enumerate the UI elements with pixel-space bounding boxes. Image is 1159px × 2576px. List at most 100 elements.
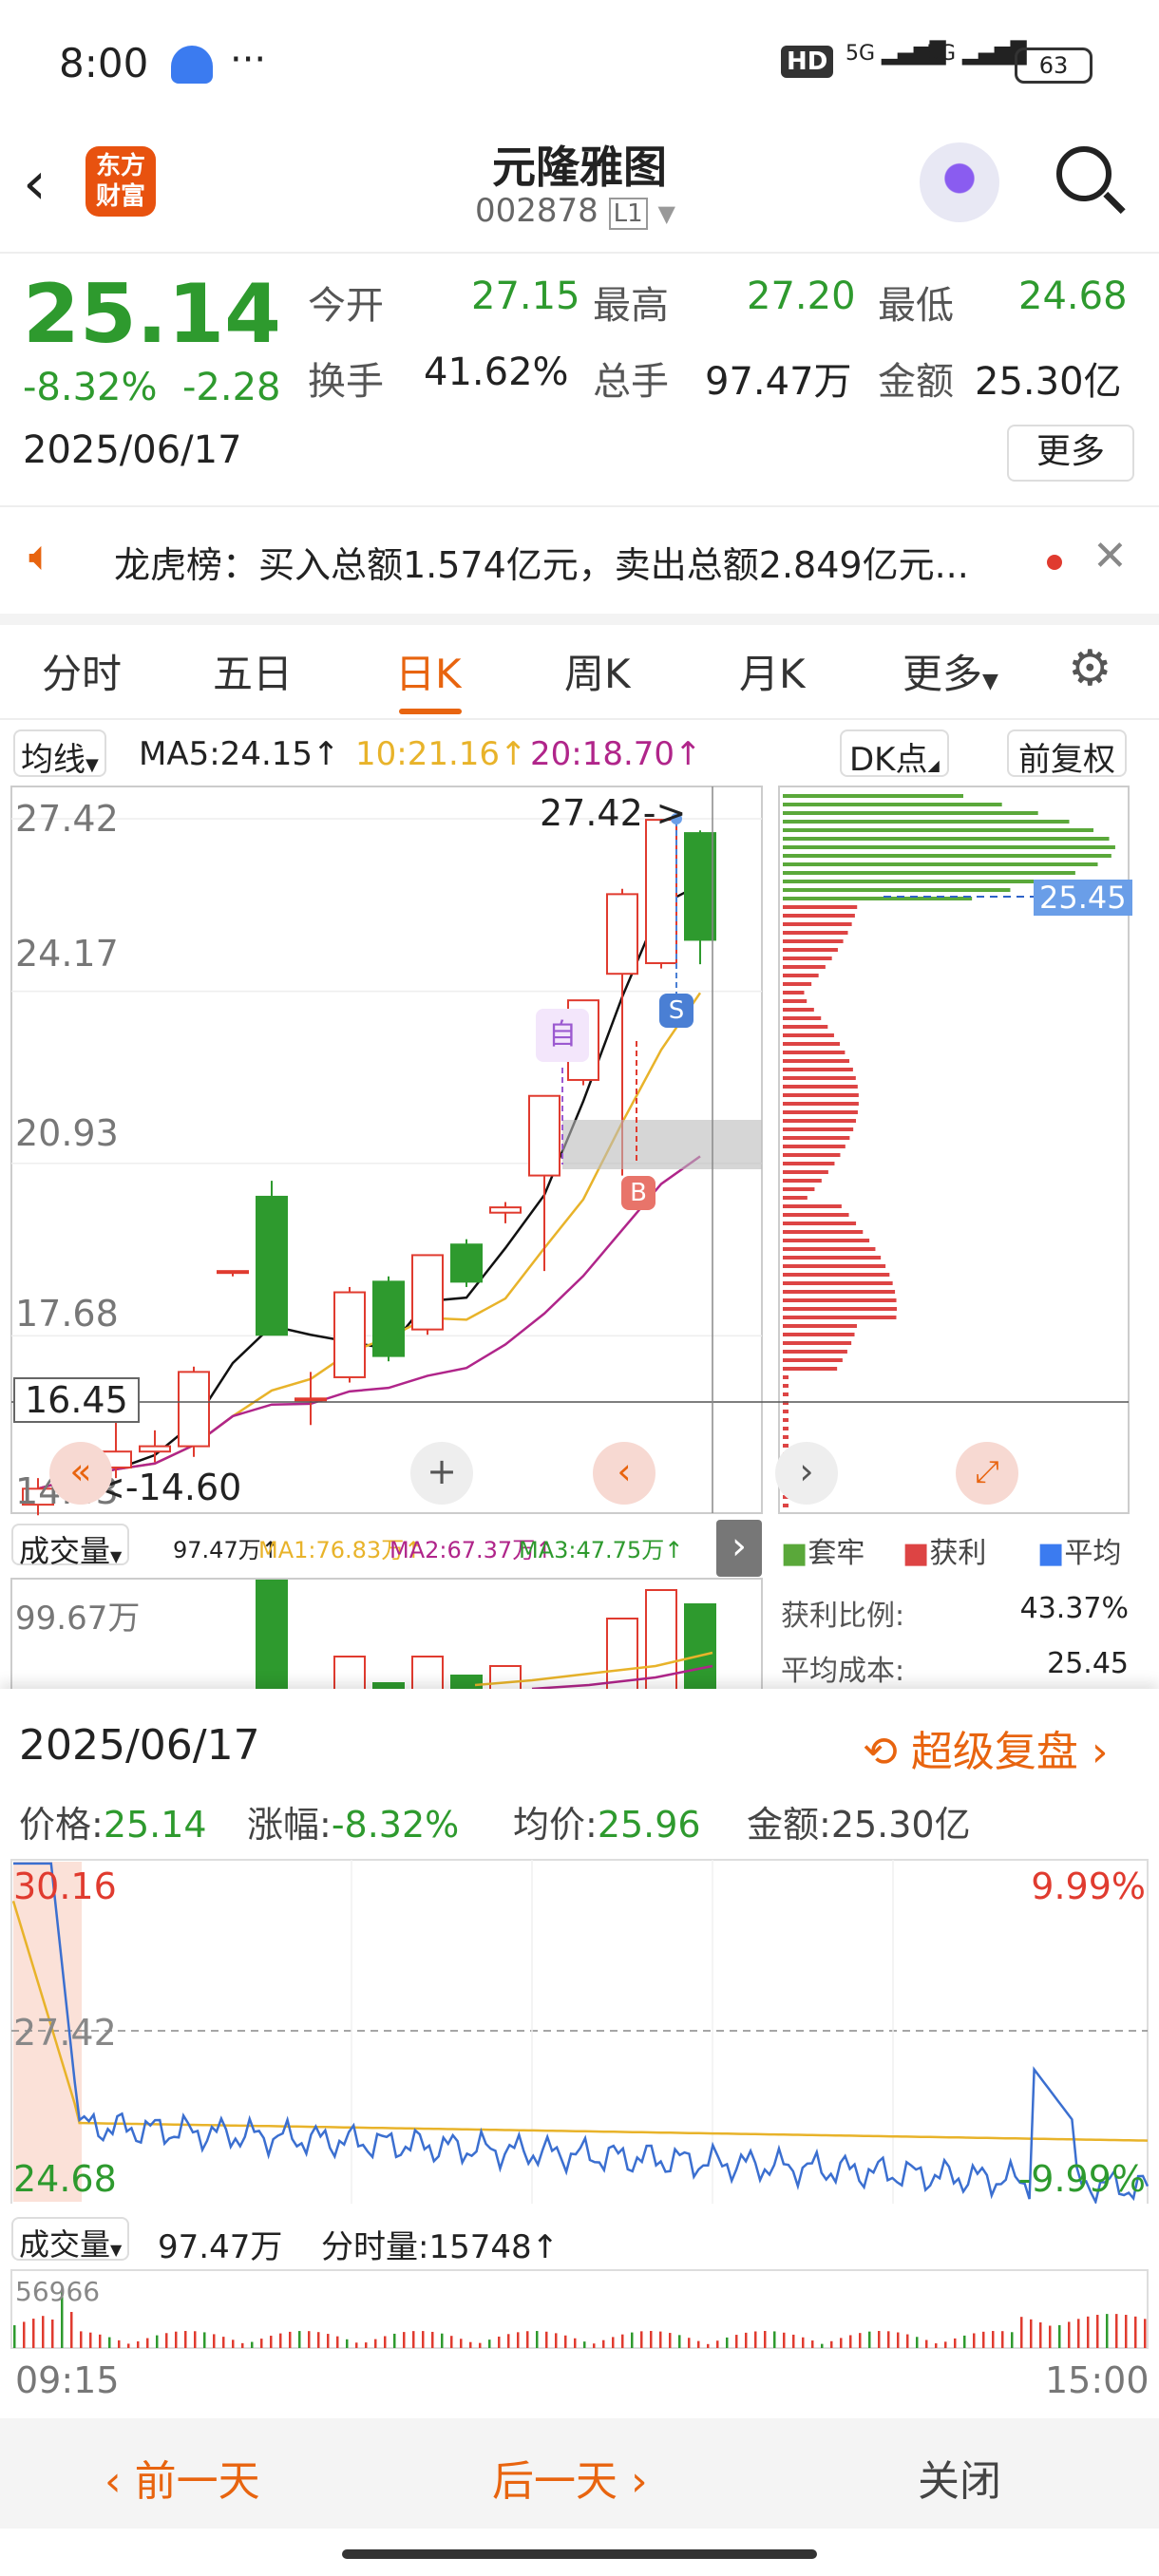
intraday-volume-bar bbox=[165, 2333, 168, 2348]
gear-icon[interactable]: ⚙ bbox=[1068, 640, 1112, 697]
ma-selector-label: 均线 bbox=[21, 741, 86, 779]
tab-more[interactable]: 更多▼ bbox=[902, 642, 998, 700]
low-price-label: <-14.60 bbox=[95, 1467, 242, 1508]
close-icon[interactable]: ✕ bbox=[1092, 532, 1128, 580]
legend-avg-label: 平均 bbox=[1064, 1537, 1122, 1570]
intraday-volume-bar bbox=[1125, 2315, 1128, 2348]
amount-label: 金额 bbox=[878, 360, 954, 404]
quote-row: 今开 27.15 最高 27.20 最低 24.68 bbox=[304, 275, 1140, 350]
search-icon[interactable] bbox=[1056, 146, 1112, 201]
status-bar: 8:00 ··· HD 5G ▂▄▆█ 5G ▂▄▆█ 63 bbox=[0, 0, 1159, 133]
intraday-volume-bar bbox=[298, 2331, 301, 2348]
intraday-volume-bar bbox=[954, 2338, 957, 2348]
profit-ratio-label: 获利比例: bbox=[781, 1600, 905, 1633]
high-price-label: 27.42-> bbox=[540, 792, 687, 834]
intraday-volume-bar bbox=[13, 2325, 16, 2348]
tab-yuek[interactable]: 月K bbox=[739, 642, 806, 700]
intraday-volume-bar bbox=[365, 2342, 368, 2348]
unread-dot bbox=[1047, 555, 1062, 570]
intraday-volume-bar bbox=[1134, 2316, 1137, 2348]
intraday-volume-bar bbox=[1001, 2331, 1004, 2348]
intraday-vol-axis: 56966 bbox=[15, 2276, 101, 2307]
scroll-left-icon[interactable]: ‹ bbox=[593, 1442, 656, 1505]
rewind-icon[interactable]: « bbox=[49, 1442, 112, 1505]
intraday-volume-bar bbox=[678, 2335, 681, 2348]
level-badge: L1 bbox=[608, 198, 648, 230]
expand-arrow-icon[interactable]: › bbox=[716, 1520, 762, 1577]
intraday-volume-bar bbox=[859, 2333, 862, 2348]
hd-icon: HD bbox=[781, 46, 834, 78]
intraday-volume-bar bbox=[697, 2340, 700, 2348]
intraday-volume-bar bbox=[127, 2343, 130, 2348]
intraday-volume-bar bbox=[279, 2333, 282, 2348]
intraday-volume-bar bbox=[1030, 2319, 1033, 2348]
change-pct: -8.32% bbox=[23, 366, 158, 409]
dk-selector[interactable]: DK点◢ bbox=[840, 729, 949, 779]
detail-pct: 涨幅:-8.32% bbox=[247, 1795, 459, 1847]
detail-price: 价格:25.14 bbox=[19, 1795, 207, 1847]
prev-day-button[interactable]: ‹ 前一天 bbox=[104, 2447, 260, 2508]
axis-label: 17.68 bbox=[15, 1293, 119, 1335]
intraday-volume-bar bbox=[1058, 2324, 1061, 2348]
intraday-volume-bar bbox=[346, 2339, 349, 2348]
tab-wuri[interactable]: 五日 bbox=[213, 642, 293, 700]
intraday-volume-bar bbox=[1115, 2314, 1118, 2348]
turnover-value: 41.62% bbox=[424, 350, 569, 394]
detail-amt-value: 25.30亿 bbox=[830, 1804, 971, 1846]
intraday-volume-bar bbox=[992, 2331, 995, 2348]
close-button[interactable]: 关闭 bbox=[918, 2447, 1001, 2508]
ma5-text: MA5:24.15 bbox=[139, 735, 314, 773]
quote-row: 换手 41.62% 总手 97.47万 金额 25.30亿 bbox=[304, 350, 1140, 426]
fuquan-button[interactable]: 前复权 bbox=[1007, 729, 1127, 779]
zoom-in-icon[interactable]: + bbox=[410, 1442, 473, 1505]
chevron-down-icon: ▼ bbox=[110, 1547, 123, 1565]
app-header: ‹ 东方 财富 元隆雅图 002878 L1 ▼ bbox=[0, 133, 1159, 252]
notice-text: 龙虎榜：买入总额1.574亿元，卖出总额2.849亿元... bbox=[114, 544, 969, 586]
intraday-volume-bar bbox=[317, 2332, 320, 2348]
intraday-volume-bar bbox=[42, 2316, 45, 2348]
axis-label: 24.17 bbox=[15, 933, 119, 975]
more-button[interactable]: 更多 bbox=[1007, 425, 1134, 482]
home-indicator bbox=[342, 2549, 817, 2559]
high-label: 最高 bbox=[593, 284, 669, 328]
period-tabs: 分时 五日 日K 周K 月K 更多▼ ⚙ bbox=[0, 625, 1159, 718]
intraday-volume-bar bbox=[1106, 2314, 1109, 2348]
fullscreen-icon[interactable]: ⤢ bbox=[956, 1442, 1018, 1505]
ma-selector[interactable]: 均线▼ bbox=[13, 729, 106, 779]
axis-label: 20.93 bbox=[15, 1112, 119, 1154]
tab-rik[interactable]: 日K bbox=[395, 642, 462, 700]
scroll-right-icon[interactable]: › bbox=[775, 1442, 838, 1505]
open-value: 27.15 bbox=[471, 275, 580, 318]
intraday-volume-bar bbox=[1011, 2332, 1014, 2348]
zi-marker[interactable]: 自 bbox=[536, 1009, 589, 1062]
intraday-volume-bar bbox=[897, 2332, 900, 2348]
next-day-button[interactable]: 后一天 › bbox=[492, 2447, 648, 2508]
profit-ratio-value: 43.37% bbox=[1019, 1592, 1129, 1625]
intraday-volume-bar bbox=[1096, 2315, 1099, 2348]
intraday-volume-bar bbox=[289, 2331, 292, 2348]
intraday-volume-bar bbox=[450, 2336, 453, 2348]
last-price: 25.14 bbox=[23, 267, 282, 362]
intraday-volume-bar bbox=[935, 2343, 938, 2348]
intraday-volume-bar bbox=[194, 2331, 197, 2348]
vol-ma2-text: MA2:67.37万 bbox=[390, 1537, 536, 1563]
intraday-volume-bar bbox=[783, 2332, 786, 2348]
super-replay-link[interactable]: ⟲ 超级复盘 › bbox=[863, 1717, 1108, 1778]
b-marker[interactable]: B bbox=[621, 1176, 656, 1210]
stock-code[interactable]: 002878 L1 ▼ bbox=[475, 192, 675, 230]
robot-avatar-icon[interactable] bbox=[920, 142, 999, 222]
intraday-vol-selector[interactable]: 成交量▼ bbox=[11, 2217, 130, 2263]
intraday-volume-bar bbox=[51, 2320, 54, 2348]
intraday-volume-bar bbox=[735, 2335, 738, 2348]
tab-zhouk[interactable]: 周K bbox=[564, 642, 631, 700]
s-marker[interactable]: S bbox=[659, 994, 694, 1028]
intraday-volume-bar bbox=[564, 2335, 567, 2348]
detail-amt: 金额:25.30亿 bbox=[747, 1795, 971, 1847]
intraday-volume-bar bbox=[469, 2341, 472, 2348]
intraday-vol-label: 成交量 bbox=[19, 2226, 111, 2263]
tab-more-label: 更多 bbox=[902, 651, 983, 697]
vol-selector[interactable]: 成交量▼ bbox=[11, 1524, 130, 1569]
lhb-notice[interactable]: 🔈︎ 龙虎榜：买入总额1.574亿元，卖出总额2.849亿元... ✕ bbox=[0, 507, 1159, 614]
chevron-down-icon: ▼ bbox=[982, 670, 998, 693]
tab-fenshi[interactable]: 分时 bbox=[42, 642, 122, 700]
